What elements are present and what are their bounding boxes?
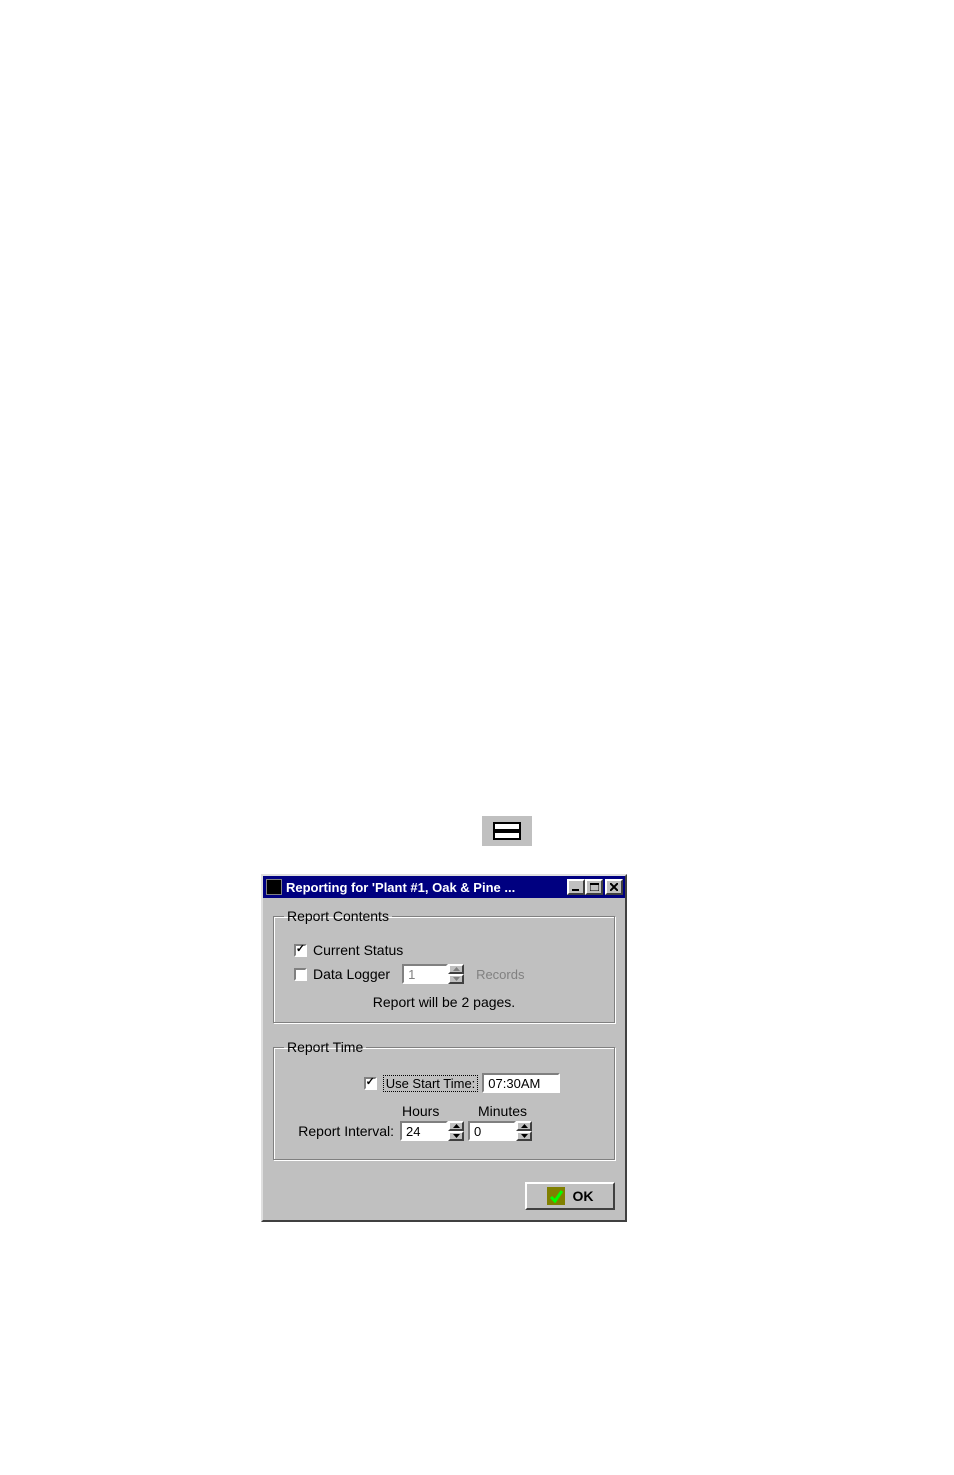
- records-label: Records: [476, 967, 524, 982]
- start-time-input[interactable]: [482, 1073, 560, 1093]
- hours-spin-down[interactable]: [448, 1131, 464, 1141]
- use-start-time-checkbox[interactable]: [364, 1077, 377, 1090]
- current-status-checkbox[interactable]: [294, 944, 307, 957]
- report-time-group: Report Time Use Start Time: Hours Minute…: [273, 1039, 615, 1160]
- checkmark-icon: [547, 1187, 565, 1205]
- minutes-input[interactable]: [468, 1121, 516, 1141]
- maximize-button[interactable]: [585, 879, 603, 895]
- hours-input[interactable]: [400, 1121, 448, 1141]
- current-status-label: Current Status: [313, 942, 403, 958]
- ok-button-label: OK: [573, 1188, 594, 1204]
- ok-button[interactable]: OK: [525, 1182, 615, 1210]
- reporting-dialog: Reporting for 'Plant #1, Oak & Pine ... …: [261, 874, 627, 1222]
- minutes-spinner: [468, 1121, 532, 1141]
- report-contents-group: Report Contents Current Status Data Logg…: [273, 908, 615, 1023]
- system-menu-icon[interactable]: [266, 879, 282, 895]
- minimize-button[interactable]: [567, 879, 585, 895]
- report-interval-label: Report Interval:: [284, 1123, 394, 1139]
- report-contents-legend: Report Contents: [284, 908, 392, 924]
- minutes-spin-up[interactable]: [516, 1121, 532, 1131]
- titlebar[interactable]: Reporting for 'Plant #1, Oak & Pine ...: [263, 876, 625, 898]
- report-time-legend: Report Time: [284, 1039, 366, 1055]
- close-button[interactable]: [605, 879, 623, 895]
- data-logger-records-input: [402, 964, 448, 984]
- window-title: Reporting for 'Plant #1, Oak & Pine ...: [286, 880, 567, 895]
- hours-spinner: [400, 1121, 464, 1141]
- records-spin-down: [448, 974, 464, 984]
- minutes-column-label: Minutes: [478, 1103, 527, 1119]
- data-logger-label: Data Logger: [313, 966, 390, 982]
- hours-spin-up[interactable]: [448, 1121, 464, 1131]
- use-start-time-label: Use Start Time:: [383, 1075, 479, 1092]
- data-logger-checkbox[interactable]: [294, 968, 307, 981]
- minutes-spin-down[interactable]: [516, 1131, 532, 1141]
- data-logger-records-spinner: [402, 964, 464, 984]
- hours-column-label: Hours: [402, 1103, 478, 1119]
- report-pages-summary: Report will be 2 pages.: [284, 994, 604, 1010]
- records-spin-up: [448, 964, 464, 974]
- toolbar-stack-icon: [482, 816, 532, 846]
